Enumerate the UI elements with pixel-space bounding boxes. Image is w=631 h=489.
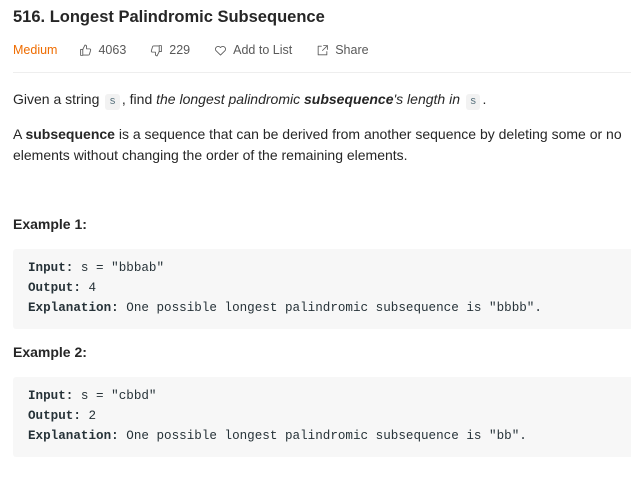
- input-label: Input:: [28, 389, 74, 403]
- italic-text: the longest palindromic: [156, 91, 304, 107]
- output-label: Output:: [28, 281, 81, 295]
- example-explanation-line: Explanation: One possible longest palind…: [28, 300, 542, 316]
- problem-meta-bar: Medium 4063 229 Add to List Share: [13, 41, 393, 59]
- header-divider: [13, 72, 631, 73]
- description-paragraph-2: A subsequence is a sequence that can be …: [13, 124, 622, 166]
- explanation-label: Explanation:: [28, 429, 119, 443]
- inline-code: s: [105, 94, 120, 110]
- difficulty-badge: Medium: [13, 43, 58, 57]
- example-1-code-block: Input: s = "bbbab" Output: 4 Explanation…: [13, 249, 631, 329]
- problem-title: 516. Longest Palindromic Subsequence: [13, 8, 325, 26]
- paragraph-line-2: elements without changing the order of t…: [13, 147, 408, 163]
- explanation-label: Explanation:: [28, 301, 119, 315]
- example-output-line: Output: 2: [28, 408, 96, 424]
- share-icon: [317, 44, 329, 55]
- output-value: 2: [80, 409, 97, 423]
- add-to-list-label: Add to List: [233, 43, 293, 57]
- share-button[interactable]: Share: [316, 43, 369, 57]
- share-label: Share: [335, 43, 369, 57]
- text-span: .: [482, 91, 487, 107]
- text-span: Given a string: [13, 91, 104, 107]
- example-explanation-line: Explanation: One possible longest palind…: [28, 428, 527, 444]
- like-count: 4063: [98, 43, 127, 57]
- explanation-value: One possible longest palindromic subsequ…: [118, 301, 542, 315]
- text-span: A: [13, 126, 26, 142]
- thumbs-up-icon: [80, 44, 92, 56]
- output-value: 4: [80, 281, 97, 295]
- paragraph-line-1: A subsequence is a sequence that can be …: [13, 124, 622, 145]
- example-output-line: Output: 4: [28, 280, 96, 296]
- dislike-button[interactable]: 229: [150, 43, 190, 57]
- text-span: , find: [121, 91, 157, 107]
- output-label: Output:: [28, 409, 81, 423]
- bold-text: subsequence: [25, 126, 115, 142]
- text-span: is a sequence that can be derived from a…: [114, 126, 622, 142]
- description-paragraph-1: Given a string s, find the longest palin…: [13, 89, 486, 113]
- input-value: s = "cbbd": [73, 389, 157, 403]
- add-to-list-button[interactable]: Add to List: [214, 43, 292, 57]
- example-2-heading: Example 2:: [13, 344, 87, 360]
- italic-text: 's length in: [393, 91, 464, 107]
- input-label: Input:: [28, 261, 74, 275]
- heart-icon: [215, 45, 227, 56]
- dislike-count: 229: [169, 43, 191, 57]
- input-value: s = "bbbab": [73, 261, 165, 275]
- example-input-line: Input: s = "cbbd": [28, 388, 157, 404]
- explanation-value: One possible longest palindromic subsequ…: [118, 429, 527, 443]
- example-1-heading: Example 1:: [13, 216, 87, 232]
- thumbs-down-icon: [151, 44, 163, 56]
- example-2-code-block: Input: s = "cbbd" Output: 2 Explanation:…: [13, 377, 631, 457]
- like-button[interactable]: 4063: [79, 43, 126, 57]
- example-input-line: Input: s = "bbbab": [28, 260, 164, 276]
- inline-code: s: [465, 94, 481, 110]
- bold-italic-text: subsequence: [304, 91, 394, 107]
